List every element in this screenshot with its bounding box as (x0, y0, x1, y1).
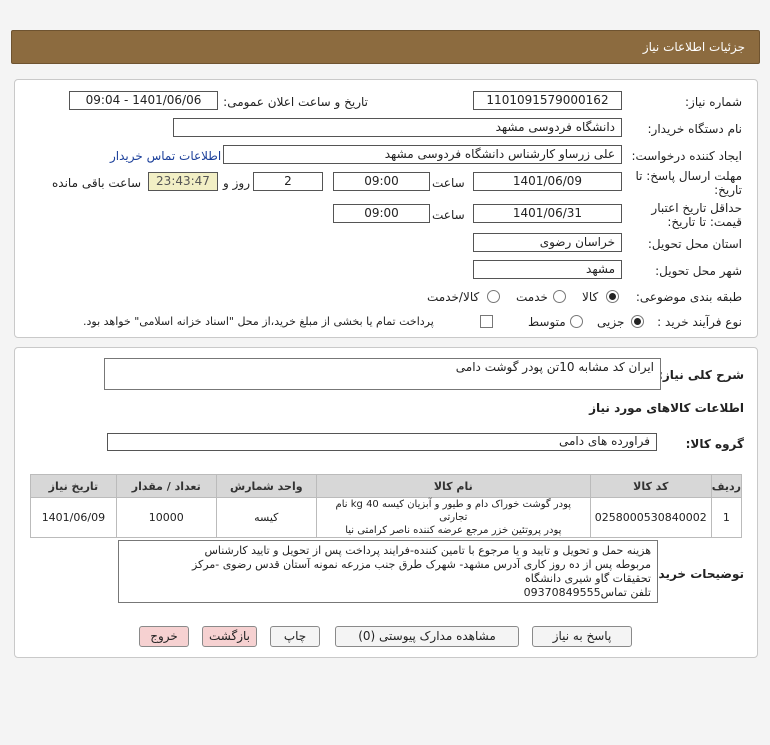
treasury-checkbox[interactable] (480, 315, 493, 328)
reply-deadline-time: 09:00 (333, 172, 430, 191)
process-radio-minor[interactable] (631, 315, 644, 328)
goods-group-label: گروه کالا: (685, 437, 744, 451)
reply-deadline-label-date: تاریخ: (714, 183, 742, 197)
cell-date: 1401/06/09 (30, 497, 117, 538)
category-label: طبقه بندی موضوعی: (635, 290, 742, 304)
treasury-note: پرداخت تمام یا بخشی از مبلغ خرید،از محل … (83, 315, 434, 328)
publish-datetime-field: 1401/06/06 - 09:04 (69, 91, 218, 110)
remaining-days: 2 (253, 172, 323, 191)
table-header-row: ردیف کد کالا نام کالا واحد شمارش تعداد /… (30, 474, 743, 498)
cell-row-number: 1 (710, 497, 743, 538)
city-label: شهر محل تحویل: (655, 264, 742, 278)
creator-field: علی زرساو کارشناس دانشگاه فردوسی مشهد (223, 145, 622, 164)
table-row[interactable]: 1 0258000530840002 پودر گوشت خوراک دام و… (30, 497, 743, 538)
page-header: جزئیات اطلاعات نیاز (11, 30, 760, 64)
days-label: روز و (223, 176, 250, 190)
validity-time: 09:00 (333, 204, 430, 223)
category-option-goods-service: کالا/خدمت (427, 290, 480, 304)
col-date: تاریخ نیاز (30, 474, 117, 498)
cell-name-line-1: پودر گوشت خوراک دام و طیور و آبزیان کیسه… (335, 499, 572, 523)
publish-datetime-label: تاریخ و ساعت اعلان عمومی: (223, 95, 368, 109)
reply-time-label: ساعت (432, 176, 465, 190)
process-option-medium: متوسط (528, 315, 566, 329)
buyer-org-label: نام دستگاه خریدار: (647, 122, 743, 136)
goods-section-title: اطلاعات کالاهای مورد نیاز (589, 401, 744, 415)
cell-unit: کیسه (215, 497, 317, 538)
buyer-notes-line-3: تحقیقات گاو شیری دانشگاه (525, 572, 651, 585)
buyer-notes-line-4: تلفن تماس09370849555 (523, 586, 651, 599)
process-radio-medium[interactable] (570, 315, 583, 328)
exit-button[interactable]: خروج (139, 626, 189, 647)
buyer-contact-link[interactable]: اطلاعات تماس خریدار (110, 149, 221, 163)
col-row-number: ردیف (710, 474, 743, 498)
province-field: خراسان رضوی (473, 233, 622, 252)
print-button[interactable]: چاپ (270, 626, 320, 647)
col-unit: واحد شمارش (215, 474, 317, 498)
validity-time-label: ساعت (432, 208, 465, 222)
category-radio-service[interactable] (553, 290, 566, 303)
validity-label-date: قیمت: تا تاریخ: (667, 215, 742, 229)
remaining-label: ساعت باقی مانده (52, 176, 142, 190)
need-number-label: شماره نیاز: (685, 95, 742, 109)
description-field: ایران کد مشابه 10تن پودر گوشت دامی (104, 358, 661, 390)
view-attachments-button[interactable]: مشاهده مدارک پیوستی (0) (335, 626, 519, 647)
process-type-label: نوع فرآیند خرید : (657, 315, 742, 329)
validity-label: حداقل تاریخ اعتبار (651, 201, 742, 215)
category-radio-goods-service[interactable] (487, 290, 500, 303)
col-code: کد کالا (589, 474, 712, 498)
need-number-field: 1101091579000162 (473, 91, 622, 110)
buyer-notes-line-1: هزینه حمل و تحویل و تایید و یا مرجوع با … (204, 544, 651, 557)
buyer-notes-line-2: مربوطه پس از ده روز کاری آدرس مشهد- شهرک… (191, 558, 651, 571)
category-option-goods: کالا (582, 290, 599, 304)
category-radio-goods[interactable] (606, 290, 619, 303)
reply-deadline-label: مهلت ارسال پاسخ: تا (635, 169, 742, 183)
page-title: جزئیات اطلاعات نیاز (642, 40, 745, 54)
buyer-notes-field: هزینه حمل و تحویل و تایید و یا مرجوع با … (118, 540, 658, 603)
cell-name: پودر گوشت خوراک دام و طیور و آبزیان کیسه… (315, 497, 591, 538)
reply-deadline-date: 1401/06/09 (473, 172, 622, 191)
reply-button[interactable]: پاسخ به نیاز (532, 626, 632, 647)
description-label: شرح کلی نیاز: (658, 368, 744, 382)
remaining-time: 23:43:47 (148, 172, 218, 191)
cell-name-line-2: پودر پروتئین خزر مرجع عرضه کننده ناصر کر… (345, 525, 562, 536)
province-label: استان محل تحویل: (647, 237, 742, 251)
back-button[interactable]: بازگشت (202, 626, 257, 647)
goods-table: ردیف کد کالا نام کالا واحد شمارش تعداد /… (30, 474, 743, 538)
buyer-org-field: دانشگاه فردوسی مشهد (173, 118, 622, 137)
col-name: نام کالا (315, 474, 591, 498)
city-field: مشهد (473, 260, 622, 279)
creator-label: ایجاد کننده درخواست: (631, 149, 742, 163)
cell-code: 0258000530840002 (589, 497, 712, 538)
goods-group-field: فراورده های دامی (107, 433, 657, 451)
process-option-minor: جزیی (597, 315, 625, 329)
category-option-service: خدمت (516, 290, 548, 304)
cell-qty: 10000 (115, 497, 217, 538)
validity-date: 1401/06/31 (473, 204, 622, 223)
col-qty: تعداد / مقدار (115, 474, 217, 498)
